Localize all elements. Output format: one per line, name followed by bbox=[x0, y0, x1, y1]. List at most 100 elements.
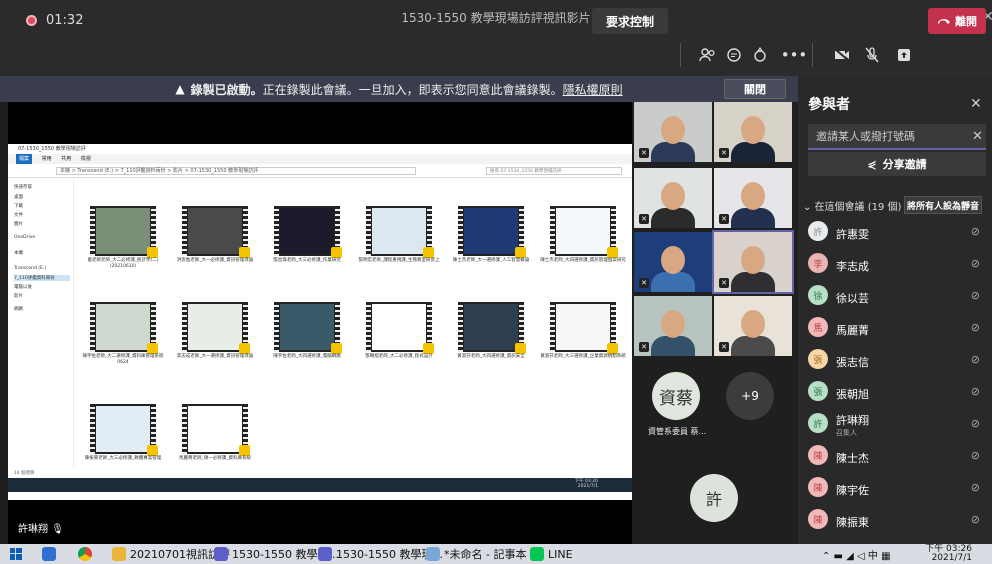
mic-off-icon[interactable]: ⊘ bbox=[971, 449, 980, 462]
address-field[interactable]: 本機 > Transcend (E:) > 7_110評鑑資料兩份 > 影片 >… bbox=[56, 167, 416, 175]
video-file-thumbnail[interactable] bbox=[182, 404, 250, 456]
nav-item-selected[interactable]: 7_110評鑑資料兩份 bbox=[14, 275, 70, 281]
participant-avatar-tile[interactable]: 資蔡 bbox=[652, 372, 700, 420]
mic-off-icon[interactable]: ⊘ bbox=[971, 257, 980, 270]
mic-off-icon[interactable]: ⊘ bbox=[971, 289, 980, 302]
camera-off-icon[interactable] bbox=[830, 43, 854, 67]
participant-row[interactable]: 許許琳翔 召集人 ⊘ bbox=[808, 410, 986, 440]
mic-off-icon: ✕ bbox=[719, 278, 729, 288]
request-control-button[interactable]: 要求控制 bbox=[592, 8, 668, 34]
ribbon-tab[interactable]: 檔案 bbox=[16, 154, 33, 164]
reactions-icon[interactable] bbox=[748, 43, 772, 67]
video-file-thumbnail[interactable] bbox=[182, 302, 250, 354]
taskbar-item[interactable]: 20210701視訊訪評 bbox=[112, 544, 230, 564]
banner-bold-text: 錄製已啟動。 bbox=[190, 82, 263, 97]
chat-icon[interactable] bbox=[722, 43, 746, 67]
nav-item[interactable]: Transcend (E:) bbox=[14, 266, 46, 271]
nav-item[interactable]: 下載 bbox=[14, 203, 23, 209]
nav-item[interactable]: 桌面 bbox=[14, 194, 23, 200]
explorer-status-bar: 14 個項目 bbox=[8, 470, 632, 478]
start-icon[interactable] bbox=[10, 544, 22, 564]
participant-row[interactable]: 陳陳士杰 ⊘ bbox=[808, 442, 986, 472]
mic-off-icon[interactable]: ⊘ bbox=[971, 385, 980, 398]
mic-off-icon: ✕ bbox=[639, 214, 649, 224]
video-file-thumbnail[interactable] bbox=[90, 302, 158, 354]
participant-row[interactable]: 許許惠雯 ⊘ bbox=[808, 218, 986, 248]
mic-off-icon[interactable]: ⊘ bbox=[971, 225, 980, 238]
file-caption: 童老師老師_大二必修課_統計學(二)(20210610) bbox=[87, 258, 159, 269]
video-file-thumbnail[interactable] bbox=[458, 206, 526, 258]
participant-video-tile[interactable]: ✕ bbox=[714, 168, 792, 228]
system-tray[interactable]: ⌃ ▬ ◢ ◁ 中 ▦ bbox=[822, 544, 891, 564]
file-caption: 陳宇佐老師_大四選修課_電腦網路 bbox=[273, 354, 341, 359]
taskbar-item[interactable]: 1530-1550 教學現... bbox=[318, 544, 443, 564]
video-file-thumbnail[interactable] bbox=[274, 302, 342, 354]
close-panel-icon[interactable]: ✕ bbox=[970, 96, 982, 112]
participant-row[interactable]: 李李志成 ⊘ bbox=[808, 250, 986, 280]
section-header[interactable]: ⌄ 在這個會議 (19 個) bbox=[803, 198, 901, 213]
mic-off-icon[interactable] bbox=[860, 43, 884, 67]
ribbon-tab[interactable]: 常用 bbox=[42, 154, 52, 164]
avatar: 許 bbox=[808, 221, 828, 241]
share-screen-icon[interactable] bbox=[892, 43, 916, 67]
participant-video-tile[interactable]: ✕ bbox=[634, 168, 712, 228]
participant-video-tile[interactable]: ✕ bbox=[634, 296, 712, 356]
taskbar-clock[interactable]: 下午 03:26 2021/7/1 bbox=[925, 545, 972, 563]
nav-item[interactable]: 影片 bbox=[14, 293, 23, 299]
invite-input[interactable]: 邀請某人或撥打號碼 bbox=[808, 124, 986, 150]
video-file-thumbnail[interactable] bbox=[550, 302, 618, 354]
nav-item[interactable]: 本機 bbox=[14, 250, 23, 256]
ribbon-tab[interactable]: 共用 bbox=[61, 154, 71, 164]
mic-off-icon: ✕ bbox=[719, 214, 729, 224]
nav-item[interactable]: OneDrive bbox=[14, 235, 35, 240]
participant-video-tile[interactable]: ✕ bbox=[712, 230, 794, 294]
participant-row[interactable]: 陳陳宇佐 ⊘ bbox=[808, 474, 986, 504]
video-file-thumbnail[interactable] bbox=[366, 302, 434, 354]
banner-close-button[interactable]: 關閉 bbox=[724, 79, 786, 99]
presenter-name: 許琳翔 🎙 bbox=[18, 524, 64, 535]
taskbar-item[interactable]: LINE bbox=[530, 544, 573, 564]
mute-all-button[interactable]: 將所有人設為靜音 bbox=[904, 196, 982, 214]
participant-row[interactable]: 張張志信 ⊘ bbox=[808, 346, 986, 376]
taskbar-app-icon[interactable] bbox=[42, 544, 56, 564]
leave-button[interactable]: 離開 bbox=[928, 8, 986, 34]
video-file-thumbnail[interactable] bbox=[90, 404, 158, 456]
nav-item[interactable]: 網路 bbox=[14, 306, 23, 312]
participant-video-tile[interactable]: ✕ bbox=[714, 102, 792, 162]
video-file-thumbnail[interactable] bbox=[182, 206, 250, 258]
participant-row[interactable]: 徐徐以芸 ⊘ bbox=[808, 282, 986, 312]
video-file-thumbnail[interactable] bbox=[550, 206, 618, 258]
mic-off-icon[interactable]: ⊘ bbox=[971, 481, 980, 494]
nav-item[interactable]: 電腦以後 bbox=[14, 284, 32, 290]
video-file-thumbnail[interactable] bbox=[366, 206, 434, 258]
mic-off-icon[interactable]: ⊘ bbox=[971, 321, 980, 334]
avatar: 李 bbox=[808, 253, 828, 273]
participant-video-tile[interactable]: ✕ bbox=[634, 232, 712, 292]
explorer-search-field[interactable]: 搜尋 07-1530_1550 教學現場訪評 bbox=[486, 167, 622, 175]
clear-input-icon[interactable]: ✕ bbox=[972, 129, 983, 144]
participant-video-tile[interactable]: ✕ bbox=[714, 296, 792, 356]
participant-row[interactable]: 陳陳振東 ⊘ bbox=[808, 506, 986, 536]
nav-item[interactable]: 圖片 bbox=[14, 221, 23, 227]
taskbar-item[interactable]: *未命名 - 記事本 bbox=[426, 544, 526, 564]
mic-off-icon[interactable]: ⊘ bbox=[971, 417, 980, 430]
nav-item[interactable]: 快速存取 bbox=[14, 184, 32, 190]
participant-row[interactable]: 馬馬麗菁 ⊘ bbox=[808, 314, 986, 344]
video-file-thumbnail[interactable] bbox=[458, 302, 526, 354]
ribbon-tab[interactable]: 檢視 bbox=[81, 154, 91, 164]
participant-name: 許惠雯 bbox=[836, 228, 869, 241]
participant-video-tile[interactable]: ✕ bbox=[634, 102, 712, 162]
nav-item[interactable]: 文件 bbox=[14, 212, 23, 218]
more-options-icon[interactable]: ••• bbox=[781, 43, 808, 67]
participants-icon[interactable] bbox=[696, 43, 720, 67]
chrome-icon[interactable] bbox=[78, 544, 92, 564]
mic-off-icon[interactable]: ⊘ bbox=[971, 513, 980, 526]
participant-row[interactable]: 張張朝旭 ⊘ bbox=[808, 378, 986, 408]
video-file-thumbnail[interactable] bbox=[90, 206, 158, 258]
overflow-participants-button[interactable]: +9 bbox=[726, 372, 774, 420]
video-file-thumbnail[interactable] bbox=[274, 206, 342, 258]
share-invite-button[interactable]: ⋞ 分享邀請 bbox=[808, 152, 986, 176]
window-title: 1530-1550 教學現場訪評視訊影片 bbox=[401, 10, 591, 25]
privacy-link[interactable]: 隱私權原則 bbox=[563, 81, 623, 98]
mic-off-icon[interactable]: ⊘ bbox=[971, 353, 980, 366]
